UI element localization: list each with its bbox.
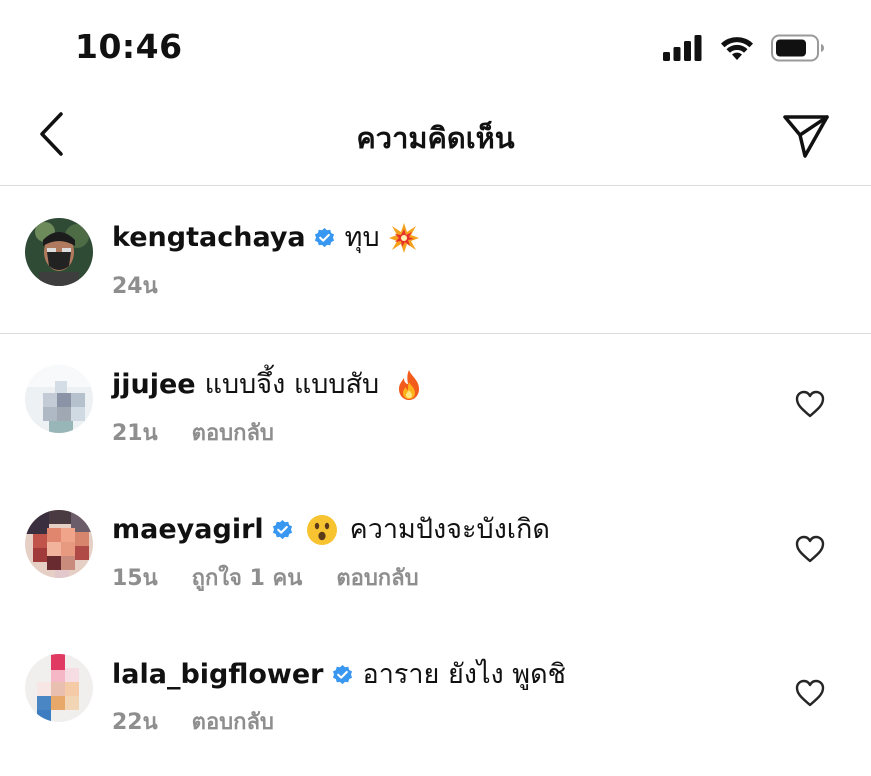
share-button[interactable] — [779, 113, 833, 163]
reply-button[interactable]: ตอบกลับ — [336, 564, 418, 594]
comment-username[interactable]: lala_bigflower — [112, 657, 324, 693]
avatar[interactable] — [25, 510, 93, 578]
post-caption: kengtachaya ทุบ 24น — [0, 186, 871, 334]
heart-icon — [795, 535, 825, 563]
comment-row: lala_bigflower อาราย ยังไง พูดชิ 22น ตอบ… — [0, 625, 871, 755]
like-button[interactable] — [795, 390, 825, 418]
caption-timestamp: 24น — [112, 274, 158, 299]
caption-text: ทุบ — [344, 222, 380, 253]
caption-line: kengtachaya ทุบ — [112, 220, 420, 256]
like-button[interactable] — [795, 535, 825, 563]
heart-icon — [795, 679, 825, 707]
comment-row: maeyagirl ความปังจะบังเกิด 15น ถูกใจ 1 ค… — [0, 480, 871, 610]
comment-line: maeyagirl ความปังจะบังเกิด — [112, 512, 550, 548]
status-time: 10:46 — [75, 27, 183, 66]
comment-timestamp: 15น — [112, 566, 158, 591]
reply-button[interactable]: ตอบกลับ — [192, 708, 274, 738]
fire-emoji — [393, 369, 425, 401]
comment-meta: 21น ตอบกลับ — [112, 419, 308, 449]
caption-username[interactable]: kengtachaya — [112, 220, 306, 256]
comment-username[interactable]: jjujee — [112, 367, 196, 403]
comment-line: jjujee แบบจึ้ง แบบสับ — [112, 367, 425, 403]
reply-button[interactable]: ตอบกลับ — [192, 419, 274, 449]
heart-icon — [795, 390, 825, 418]
comment-timestamp: 21น — [112, 421, 158, 446]
verified-badge-icon — [271, 519, 294, 542]
comment-timestamp: 22น — [112, 710, 158, 735]
comment-meta: 15น ถูกใจ 1 คน ตอบกลับ — [112, 564, 453, 594]
comment-line: lala_bigflower อาราย ยังไง พูดชิ — [112, 657, 566, 693]
page-title: ความคิดเห็น — [356, 121, 515, 155]
comment-text: ความปังจะบังเกิด — [349, 514, 550, 545]
avatar[interactable] — [25, 218, 93, 286]
collision-emoji — [388, 222, 420, 254]
comment-text: แบบจึ้ง แบบสับ — [204, 369, 380, 400]
comment-username[interactable]: maeyagirl — [112, 512, 264, 548]
cellular-signal-icon — [663, 35, 703, 61]
battery-icon — [771, 34, 825, 62]
like-button[interactable] — [795, 679, 825, 707]
caption-meta: 24น — [112, 272, 192, 302]
avatar[interactable] — [25, 365, 93, 433]
comment-row: jjujee แบบจึ้ง แบบสับ 21น ตอบกลับ — [0, 334, 871, 464]
status-icons — [663, 33, 825, 63]
verified-badge-icon — [313, 227, 336, 250]
astonished-face-emoji — [306, 514, 338, 546]
verified-badge-icon — [331, 664, 354, 687]
likes-count[interactable]: ถูกใจ 1 คน — [192, 564, 303, 594]
nav-header: ความคิดเห็น — [0, 96, 871, 186]
avatar[interactable] — [25, 654, 93, 722]
status-bar: 10:46 — [0, 0, 871, 96]
comment-text: อาราย ยังไง พูดชิ — [362, 659, 566, 690]
paper-plane-icon — [782, 113, 830, 163]
comment-meta: 22น ตอบกลับ — [112, 708, 308, 738]
wifi-icon — [719, 35, 755, 61]
